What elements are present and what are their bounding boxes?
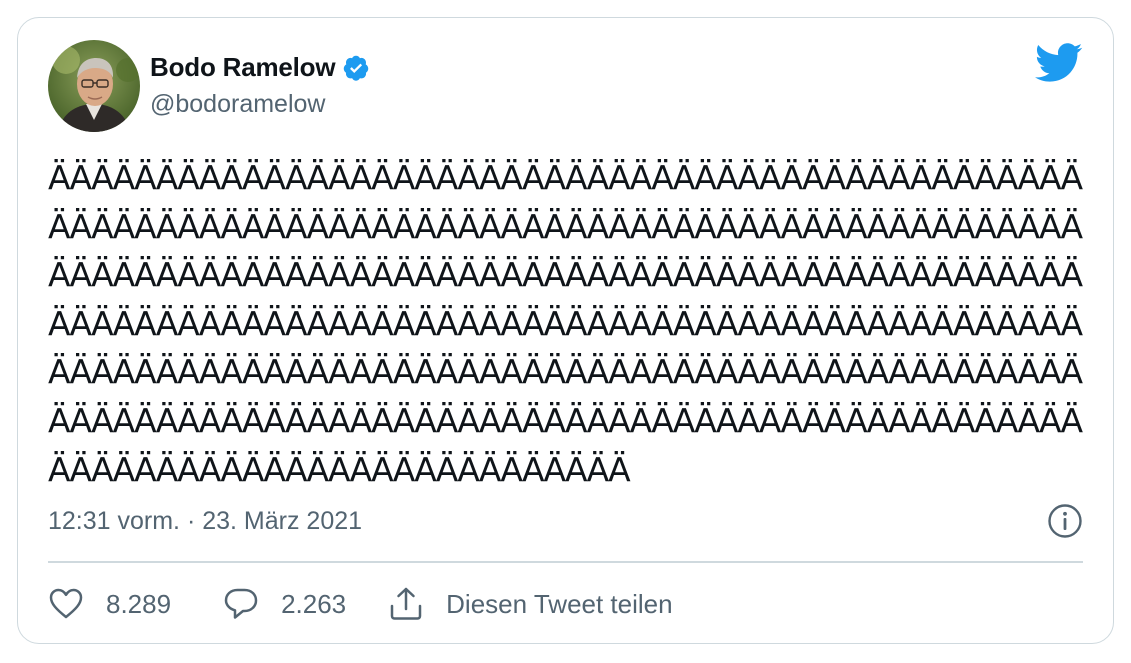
author-handle[interactable]: @bodoramelow <box>150 90 325 119</box>
heart-icon <box>49 588 83 619</box>
like-count: 8.289 <box>106 588 172 619</box>
tweet-card: Bodo Ramelow @bodoramelow ÄÄÄÄÄÄÄÄÄÄÄÄÄÄ… <box>17 17 1114 644</box>
share-button[interactable]: Diesen Tweet teilen <box>388 586 673 622</box>
like-button[interactable]: 8.289 <box>48 586 171 622</box>
author-display-name[interactable]: Bodo Ramelow <box>150 52 336 83</box>
reply-button[interactable]: 2.263 <box>223 586 346 622</box>
share-label: Diesen Tweet teilen <box>446 588 673 619</box>
author-name-row: Bodo Ramelow <box>150 52 370 83</box>
twitter-bird-icon[interactable] <box>1035 42 1083 84</box>
speech-bubble-icon <box>224 588 258 619</box>
tweet-timestamp[interactable]: 12:31 vorm. · 23. März 2021 <box>48 507 362 536</box>
avatar[interactable] <box>48 40 140 132</box>
share-upload-icon <box>390 587 422 620</box>
divider <box>48 561 1083 563</box>
info-icon[interactable] <box>1047 503 1083 539</box>
verified-badge-icon <box>344 55 369 81</box>
tweet-actions: 8.289 2.263 Diesen Tweet teilen <box>48 584 673 624</box>
reply-count: 2.263 <box>281 588 347 619</box>
tweet-text: ÄÄÄÄÄÄÄÄÄÄÄÄÄÄÄÄÄÄÄÄÄÄÄÄÄÄÄÄÄÄÄÄÄÄÄÄÄÄÄÄ… <box>48 158 1083 489</box>
avatar-photo <box>48 40 140 132</box>
